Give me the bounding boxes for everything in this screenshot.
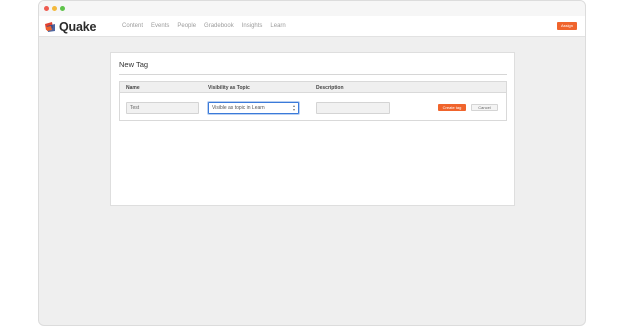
column-header-description: Description [316, 85, 344, 91]
maximize-window-button[interactable] [60, 6, 65, 11]
new-tag-card: New Tag Name Visibility as Topic Descrip… [110, 52, 515, 206]
description-input[interactable] [316, 102, 390, 114]
visibility-select[interactable]: Visible as topic in Learn ▴ ▾ [208, 102, 299, 114]
app-name: Quake [59, 19, 97, 34]
nav-item-events[interactable]: Events [151, 22, 169, 31]
table-header: Name Visibility as Topic Description [120, 82, 506, 93]
select-updown-icon: ▴ ▾ [292, 103, 295, 112]
page-title: New Tag [119, 60, 149, 69]
nav-item-people[interactable]: People [177, 22, 196, 31]
nav-item-content[interactable]: Content [122, 22, 143, 31]
minimize-window-button[interactable] [52, 6, 57, 11]
new-tag-table: Name Visibility as Topic Description Tes… [119, 81, 507, 121]
app-header: Quake Content Events People Gradebook In… [39, 16, 585, 37]
window-titlebar [39, 1, 585, 16]
nav-item-insights[interactable]: Insights [242, 22, 263, 31]
main-nav: Content Events People Gradebook Insights… [122, 22, 294, 31]
nav-item-learn[interactable]: Learn [270, 22, 285, 31]
create-tag-button[interactable]: Create tag [438, 104, 466, 111]
column-header-visibility: Visibility as Topic [208, 85, 250, 91]
visibility-select-value: Visible as topic in Learn [212, 105, 265, 111]
app-window: Quake Content Events People Gradebook In… [38, 0, 586, 326]
app-logo[interactable]: Quake [44, 19, 96, 34]
cancel-button[interactable]: Cancel [471, 104, 498, 111]
tag-name-input[interactable]: Test [126, 102, 199, 114]
column-header-name: Name [126, 85, 140, 91]
close-window-button[interactable] [44, 6, 49, 11]
nav-item-gradebook[interactable]: Gradebook [204, 22, 234, 31]
title-divider [119, 74, 507, 75]
assign-button[interactable]: Assign [557, 22, 577, 30]
quake-logo-icon [44, 21, 56, 33]
